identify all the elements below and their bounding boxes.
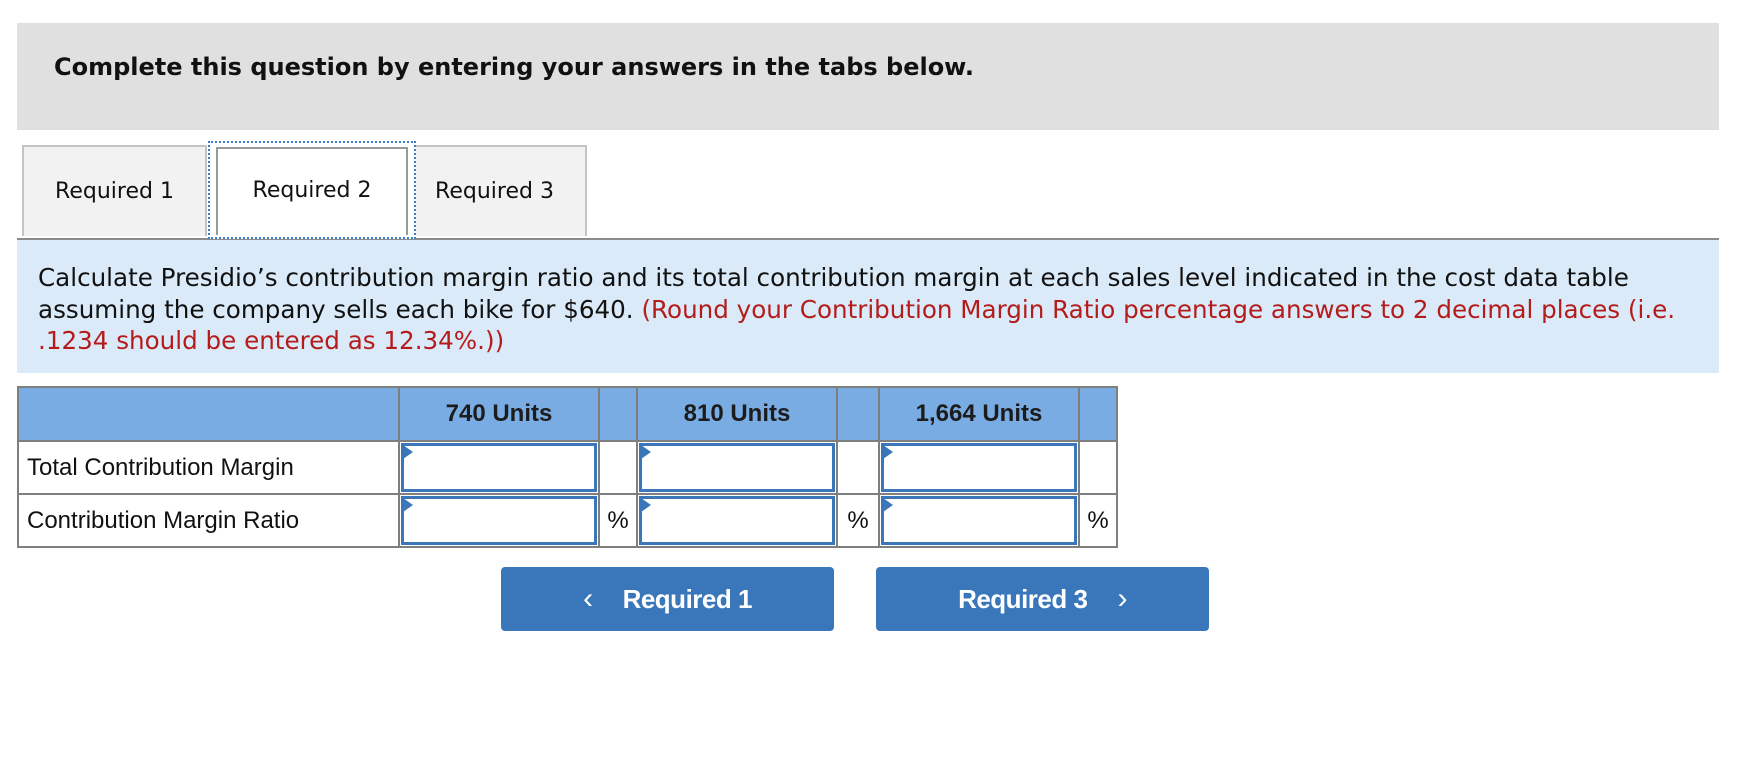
input-marker-icon bbox=[883, 445, 893, 459]
column-header: 810 Units bbox=[636, 386, 838, 442]
input-marker-icon bbox=[403, 498, 413, 512]
row-label: Contribution Margin Ratio bbox=[17, 493, 400, 548]
answer-table: 740 Units 810 Units 1,664 Units Total Co… bbox=[17, 386, 1118, 548]
table-header-row: 740 Units 810 Units 1,664 Units bbox=[17, 386, 1118, 442]
header-blank bbox=[17, 386, 400, 442]
input-cell bbox=[878, 440, 1080, 495]
tab-label: Required 3 bbox=[435, 179, 554, 204]
suffix-cell bbox=[1078, 440, 1118, 495]
input-cell bbox=[398, 440, 600, 495]
input-cell bbox=[878, 493, 1080, 548]
cm-ratio-1664-input[interactable] bbox=[881, 496, 1077, 545]
total-cm-740-input[interactable] bbox=[401, 443, 597, 492]
suffix-cell bbox=[836, 440, 880, 495]
percent-suffix: % bbox=[598, 493, 638, 548]
total-cm-810-input[interactable] bbox=[639, 443, 835, 492]
input-cell bbox=[636, 440, 838, 495]
input-marker-icon bbox=[883, 498, 893, 512]
cm-ratio-810-input[interactable] bbox=[639, 496, 835, 545]
input-marker-icon bbox=[403, 445, 413, 459]
percent-suffix: % bbox=[1078, 493, 1118, 548]
table-row: Total Contribution Margin bbox=[17, 440, 1118, 495]
header-blank bbox=[1078, 386, 1118, 442]
table-row: Contribution Margin Ratio % % % bbox=[17, 493, 1118, 548]
header-blank bbox=[836, 386, 880, 442]
tab-label: Required 1 bbox=[55, 179, 174, 204]
prev-required-1-button[interactable]: ‹ Required 1 bbox=[501, 567, 834, 631]
row-label: Total Contribution Margin bbox=[17, 440, 400, 495]
next-button-label: Required 3 bbox=[958, 583, 1088, 614]
instructions-text: Calculate Presidio’s contribution margin… bbox=[38, 262, 1707, 357]
tab-required-2[interactable]: Required 2 bbox=[208, 141, 416, 239]
question-header: Complete this question by entering your … bbox=[17, 23, 1719, 130]
input-marker-icon bbox=[641, 498, 651, 512]
percent-suffix: % bbox=[836, 493, 880, 548]
header-blank bbox=[598, 386, 638, 442]
column-header: 740 Units bbox=[398, 386, 600, 442]
input-cell bbox=[398, 493, 600, 548]
instructions-panel: Calculate Presidio’s contribution margin… bbox=[17, 240, 1719, 373]
column-header: 1,664 Units bbox=[878, 386, 1080, 442]
suffix-cell bbox=[598, 440, 638, 495]
tab-label: Required 2 bbox=[252, 177, 372, 203]
total-cm-1664-input[interactable] bbox=[881, 443, 1077, 492]
tab-required-3[interactable]: Required 3 bbox=[402, 145, 587, 236]
cm-ratio-740-input[interactable] bbox=[401, 496, 597, 545]
tab-bar: Required 1 Required 2 Required 3 bbox=[17, 141, 1719, 240]
chevron-right-icon: › bbox=[1117, 582, 1127, 615]
next-required-3-button[interactable]: Required 3 › bbox=[876, 567, 1209, 631]
input-cell bbox=[636, 493, 838, 548]
prev-button-label: Required 1 bbox=[622, 583, 753, 614]
chevron-left-icon: ‹ bbox=[583, 582, 593, 615]
tab-required-1[interactable]: Required 1 bbox=[22, 145, 207, 236]
question-instruction-title: Complete this question by entering your … bbox=[54, 53, 974, 81]
input-marker-icon bbox=[641, 445, 651, 459]
